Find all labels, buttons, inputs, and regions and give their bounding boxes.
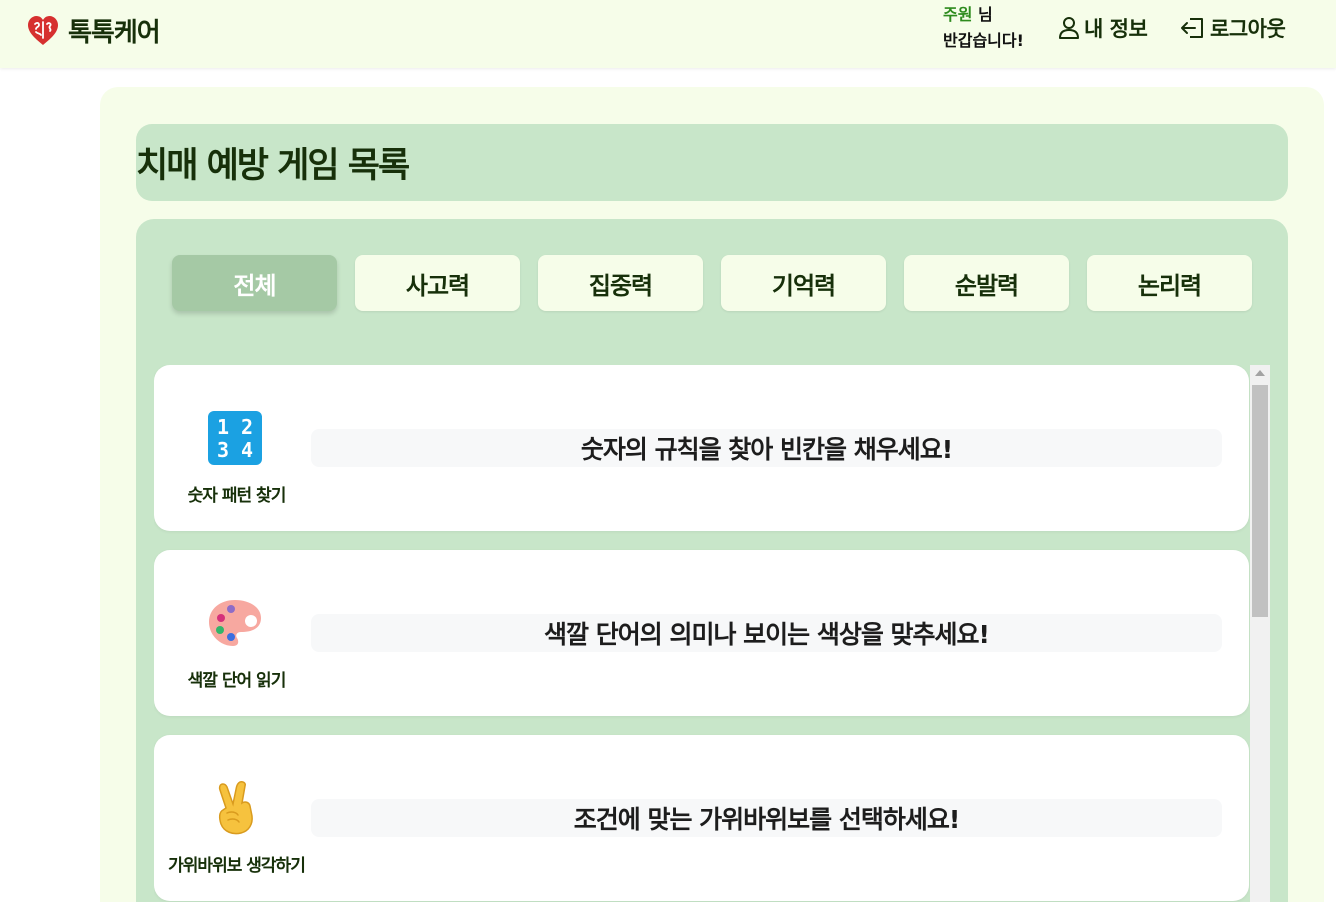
user-icon [1059, 17, 1079, 39]
victory-hand-icon [218, 781, 253, 835]
game-icon-wrap: 1 2 3 4 [204, 407, 266, 469]
game-icon-wrap [204, 592, 266, 654]
greeting-suffix: 님 [972, 5, 993, 24]
logout-icon [1181, 18, 1203, 38]
game-card-color-word[interactable]: 색깔 단어 읽기 색깔 단어의 의미나 보이는 색상을 맞추세요! [154, 550, 1249, 716]
greeting-message: 반갑습니다! [943, 31, 1024, 50]
logout-button[interactable]: 로그아웃 [1180, 13, 1286, 43]
game-name: 숫자 패턴 찾기 [187, 486, 287, 506]
tab-concentration[interactable]: 집중력 [538, 255, 703, 311]
tab-logic[interactable]: 논리력 [1087, 255, 1252, 311]
game-name: 가위바위보 생각하기 [168, 856, 306, 876]
game-description: 숫자의 규칙을 찾아 빈칸을 채우세요! [311, 429, 1222, 467]
artist-palette-icon [209, 600, 261, 646]
my-info-button[interactable]: 내 정보 [1058, 13, 1148, 43]
list-scrollbar[interactable] [1250, 365, 1270, 902]
game-name: 색깔 단어 읽기 [187, 671, 287, 691]
greeting-username: 주원 [943, 5, 973, 24]
logout-label: 로그아웃 [1210, 17, 1286, 41]
heart-brain-icon [28, 15, 58, 45]
my-info-label: 내 정보 [1084, 17, 1148, 41]
scrollbar-thumb[interactable] [1252, 385, 1268, 617]
brand[interactable]: 톡톡케어 [26, 12, 161, 49]
scroll-up-arrow-icon[interactable] [1255, 370, 1265, 376]
numbers-row1: 1 2 [217, 415, 253, 439]
title-bar: 치매 예방 게임 목록 [136, 124, 1288, 201]
greeting: 주원 님 반갑습니다! [943, 2, 1024, 54]
game-section: 전체 사고력 집중력 기억력 순발력 논리력 1 2 3 4 숫자 패턴 찾기 … [136, 219, 1288, 902]
game-description: 색깔 단어의 의미나 보이는 색상을 맞추세요! [311, 614, 1222, 652]
page-title: 치매 예방 게임 목록 [136, 146, 410, 186]
game-list: 1 2 3 4 숫자 패턴 찾기 숫자의 규칙을 찾아 빈칸을 채우세요! 색깔… [154, 365, 1251, 902]
numbers-1234-icon: 1 2 3 4 [208, 411, 262, 465]
tab-agility[interactable]: 순발력 [904, 255, 1069, 311]
tab-all[interactable]: 전체 [172, 255, 337, 311]
brand-name: 톡톡케어 [68, 18, 161, 48]
game-card-rock-paper-scissors[interactable]: 가위바위보 생각하기 조건에 맞는 가위바위보를 선택하세요! [154, 735, 1249, 901]
game-card-number-pattern[interactable]: 1 2 3 4 숫자 패턴 찾기 숫자의 규칙을 찾아 빈칸을 채우세요! [154, 365, 1249, 531]
game-description: 조건에 맞는 가위바위보를 선택하세요! [311, 799, 1222, 837]
game-icon-wrap [204, 777, 266, 839]
tab-thinking[interactable]: 사고력 [355, 255, 520, 311]
tab-memory[interactable]: 기억력 [721, 255, 886, 311]
numbers-row2: 3 4 [217, 438, 253, 462]
top-header: 톡톡케어 주원 님 반갑습니다! 내 정보 로그아웃 [0, 0, 1336, 68]
main-panel: 치매 예방 게임 목록 전체 사고력 집중력 기억력 순발력 논리력 1 2 3… [100, 87, 1324, 902]
